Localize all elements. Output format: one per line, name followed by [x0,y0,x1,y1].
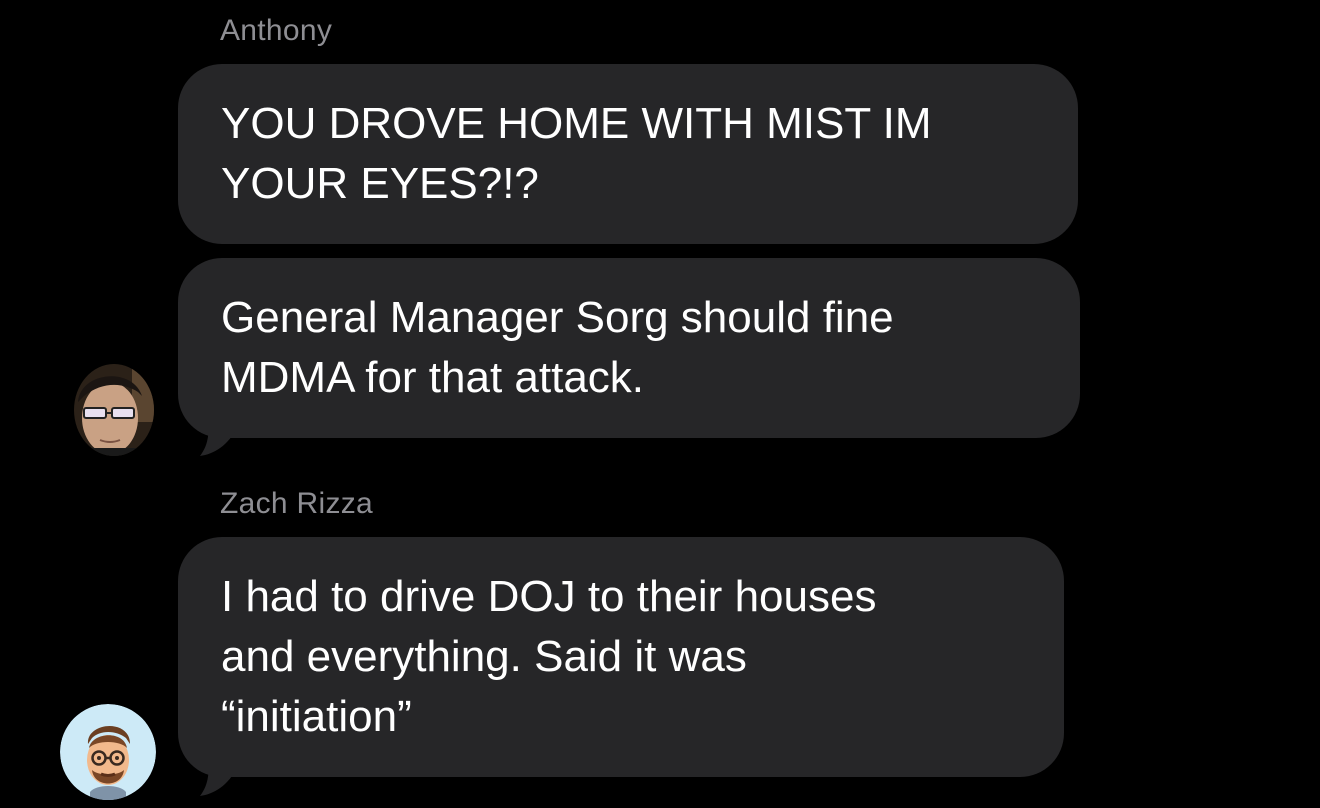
message-text: I had to drive DOJ to their houses and e… [221,572,877,741]
sender-name-zach-rizza: Zach Rizza [220,487,374,520]
memoji-avatar-icon [60,704,156,800]
message-bubble[interactable]: YOU DROVE HOME WITH MIST IM YOUR EYES?!? [178,64,1078,244]
bubble-tail-icon [200,420,238,456]
bubble-tail-icon [200,760,238,796]
message-thread: Anthony YOU DROVE HOME WITH MIST IM YOUR… [0,0,1320,808]
avatar-anthony[interactable] [72,362,156,458]
message-bubble[interactable]: I had to drive DOJ to their houses and e… [178,537,1064,777]
message-bubble[interactable]: General Manager Sorg should fine MDMA fo… [178,258,1080,438]
sender-name-anthony: Anthony [220,14,333,47]
message-text: General Manager Sorg should fine MDMA fo… [221,293,894,402]
person-photo-avatar-icon [74,364,154,456]
avatar-zach-rizza[interactable] [60,704,156,800]
message-text: YOU DROVE HOME WITH MIST IM YOUR EYES?!? [221,99,932,208]
